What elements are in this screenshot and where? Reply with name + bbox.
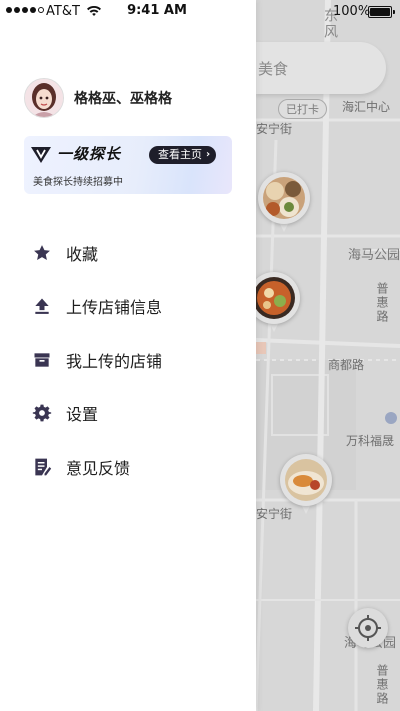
food-marker[interactable] [258,172,310,238]
map-label-puhui-road-bottom: 普惠路 [375,664,389,706]
menu-item-label: 收藏 [66,244,99,264]
map-checkin-chip[interactable]: 已打卡 [278,99,327,119]
star-icon [30,241,54,265]
profile-row[interactable]: 格格巫、巫格格 [24,78,172,118]
battery-icon [368,6,395,18]
map-view[interactable]: 美食 东风 已打卡 海汇中心 安宁街 海马公园 普惠路 商都路 万科福晟 安宁街… [256,0,400,711]
gear-icon [30,401,54,425]
map-label-haima-park: 海马公园 [348,248,400,263]
map-label-haihui: 海汇中心 [342,100,391,114]
menu-item-feedback[interactable]: 意见反馈 [30,440,240,494]
view-homepage-label: 查看主页 [158,148,202,161]
clock: 9:41 AM [127,3,187,18]
crosshair-icon [355,615,381,641]
menu-item-label: 设置 [66,405,99,425]
store-icon [30,348,54,372]
menu-item-my-stores[interactable]: 我上传的店铺 [30,333,240,387]
rank-subtitle: 美食探长持续招募中 [33,177,123,188]
drawer-menu: 收藏 上传店铺信息 我上传的店铺 设置 意见反馈 [30,226,240,494]
battery-percent: 100% [333,4,371,19]
app-root: 美食 东风 已打卡 海汇中心 安宁街 海马公园 普惠路 商都路 万科福晟 安宁街… [0,0,400,711]
menu-item-favorites[interactable]: 收藏 [30,226,240,280]
rank-badge-icon [31,147,51,163]
menu-item-settings[interactable]: 设置 [30,387,240,441]
map-label-vanke: 万科福晟 [346,434,395,448]
locate-button[interactable] [348,608,388,648]
menu-item-label: 上传店铺信息 [66,298,163,318]
map-label-anning-top: 安宁街 [256,122,293,136]
menu-item-label: 意见反馈 [66,458,131,478]
map-label-puhui-road: 普惠路 [375,282,389,324]
food-marker[interactable] [256,272,300,338]
map-search-bar[interactable]: 美食 [256,42,386,94]
map-label-shangdu-road: 商都路 [328,358,365,372]
menu-item-label: 我上传的店铺 [66,351,163,371]
view-homepage-button[interactable]: 查看主页 › [149,146,217,164]
food-photo [285,459,327,501]
rank-title: 一级探长 [57,145,122,163]
rank-banner[interactable]: 一级探长 查看主页 › 美食探长持续招募中 [24,136,232,194]
side-drawer: 格格巫、巫格格 一级探长 查看主页 › 美食探长持续招募中 收藏 上传店铺信息 … [0,0,256,711]
avatar[interactable] [24,78,64,118]
feedback-icon [30,455,54,479]
chevron-right-icon: › [206,149,211,160]
food-photo [263,177,305,219]
upload-icon [30,294,54,318]
menu-item-upload-store[interactable]: 上传店铺信息 [30,280,240,334]
status-bar: AT&T 9:41 AM 100% [0,0,400,24]
map-search-text: 美食 [258,60,289,78]
food-marker[interactable] [280,454,332,520]
username[interactable]: 格格巫、巫格格 [74,88,172,108]
